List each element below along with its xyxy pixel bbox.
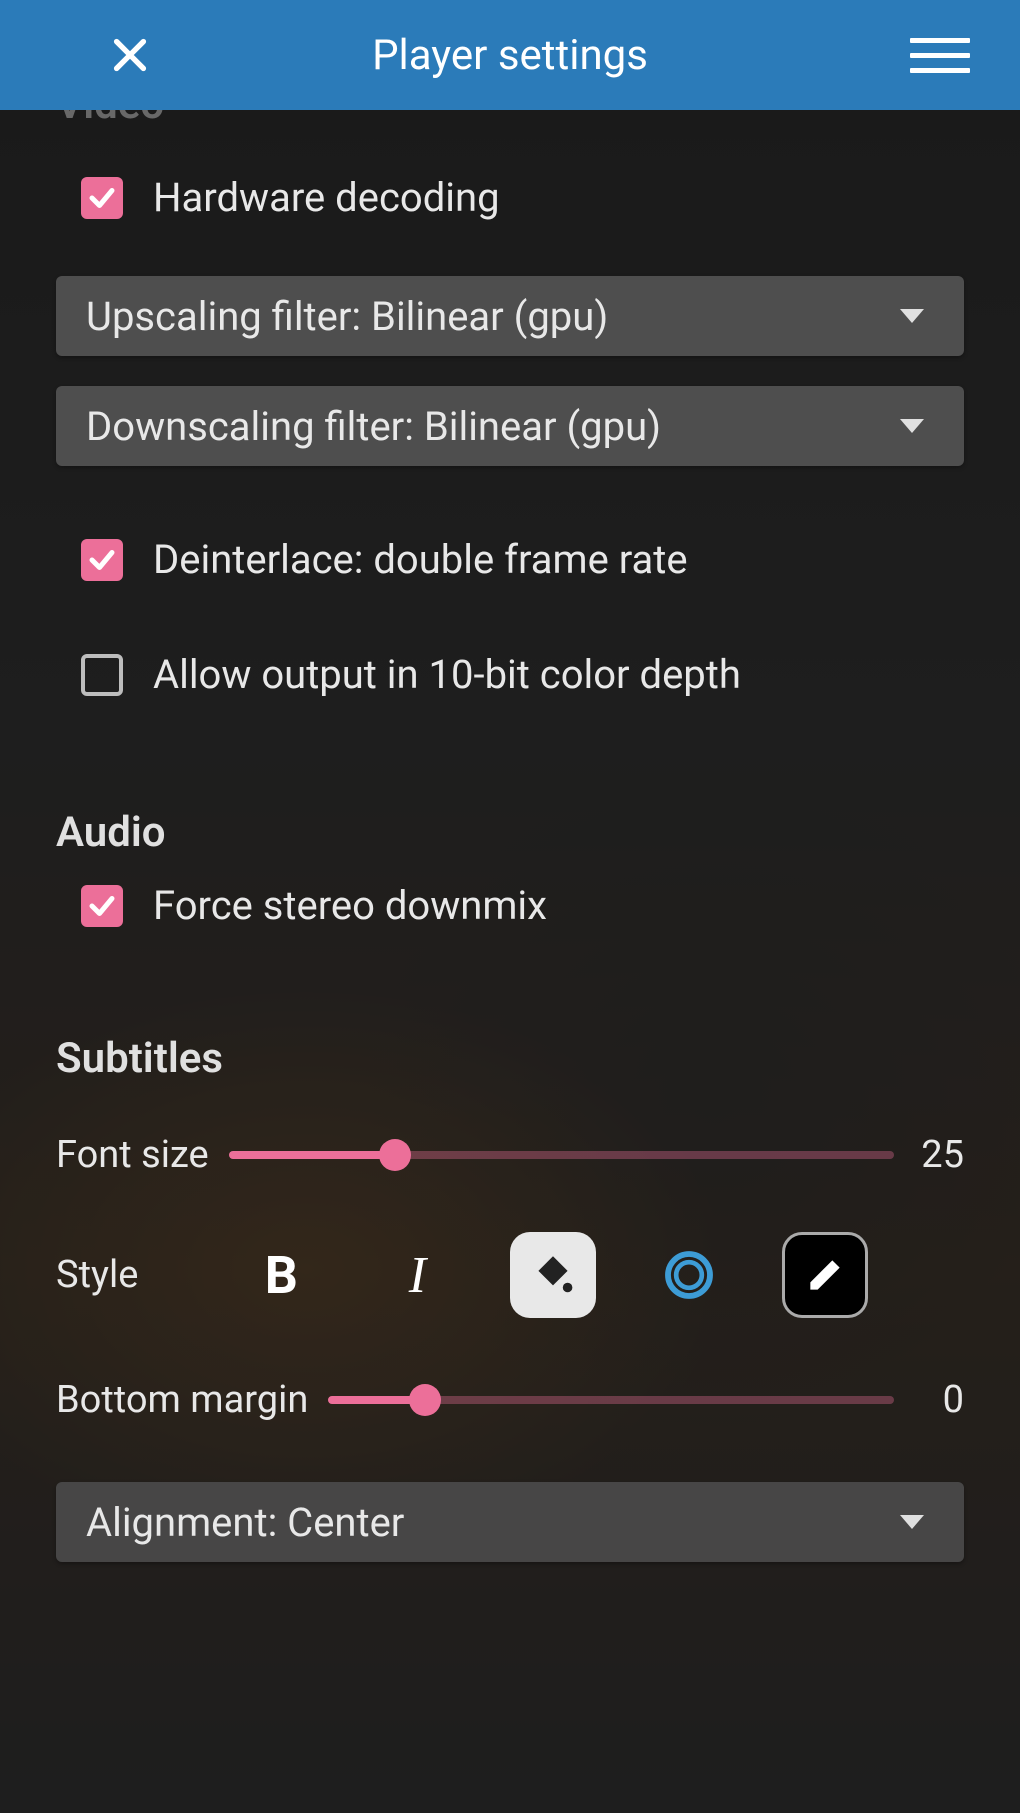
bottom-margin-row: Bottom margin 0 bbox=[56, 1378, 964, 1422]
alignment-dropdown[interactable]: Alignment: Center bbox=[56, 1482, 964, 1562]
hardware-decoding-label: Hardware decoding bbox=[153, 174, 500, 221]
hardware-decoding-checkbox[interactable] bbox=[81, 177, 123, 219]
chevron-down-icon bbox=[900, 1515, 924, 1529]
hardware-decoding-option[interactable]: Hardware decoding bbox=[56, 174, 964, 221]
chevron-down-icon bbox=[900, 419, 924, 433]
style-label: Style bbox=[56, 1253, 138, 1297]
outline-color-button[interactable] bbox=[646, 1232, 732, 1318]
font-size-slider[interactable] bbox=[229, 1135, 894, 1175]
hamburger-menu-icon[interactable] bbox=[910, 25, 970, 85]
force-stereo-option[interactable]: Force stereo downmix bbox=[56, 882, 964, 929]
style-row: Style B I bbox=[56, 1232, 964, 1318]
deinterlace-checkbox[interactable] bbox=[81, 539, 123, 581]
tenbit-label: Allow output in 10-bit color depth bbox=[153, 651, 741, 698]
chevron-down-icon bbox=[900, 309, 924, 323]
tenbit-checkbox[interactable] bbox=[81, 654, 123, 696]
force-stereo-checkbox[interactable] bbox=[81, 885, 123, 927]
audio-section-heading: Audio bbox=[56, 808, 964, 857]
page-title: Player settings bbox=[372, 31, 648, 80]
bottom-margin-value: 0 bbox=[914, 1378, 964, 1422]
bottom-margin-label: Bottom margin bbox=[56, 1378, 308, 1422]
edit-style-button[interactable] bbox=[782, 1232, 868, 1318]
tenbit-option[interactable]: Allow output in 10-bit color depth bbox=[56, 651, 964, 698]
font-size-row: Font size 25 bbox=[56, 1133, 964, 1177]
alignment-label: Alignment: Center bbox=[86, 1499, 404, 1546]
force-stereo-label: Force stereo downmix bbox=[153, 882, 547, 929]
bold-style-button[interactable]: B bbox=[238, 1232, 324, 1318]
italic-style-button[interactable]: I bbox=[374, 1232, 460, 1318]
deinterlace-label: Deinterlace: double frame rate bbox=[153, 536, 688, 583]
bottom-margin-slider[interactable] bbox=[328, 1380, 894, 1420]
downscaling-filter-dropdown[interactable]: Downscaling filter: Bilinear (gpu) bbox=[56, 386, 964, 466]
fill-color-button[interactable] bbox=[510, 1232, 596, 1318]
font-size-value: 25 bbox=[914, 1133, 964, 1177]
upscaling-filter-label: Upscaling filter: Bilinear (gpu) bbox=[86, 293, 608, 340]
upscaling-filter-dropdown[interactable]: Upscaling filter: Bilinear (gpu) bbox=[56, 276, 964, 356]
deinterlace-option[interactable]: Deinterlace: double frame rate bbox=[56, 536, 964, 583]
close-icon[interactable] bbox=[100, 25, 160, 85]
font-size-label: Font size bbox=[56, 1133, 209, 1177]
subtitles-section-heading: Subtitles bbox=[56, 1034, 964, 1083]
app-header: Player settings bbox=[0, 0, 1020, 110]
downscaling-filter-label: Downscaling filter: Bilinear (gpu) bbox=[86, 403, 661, 450]
